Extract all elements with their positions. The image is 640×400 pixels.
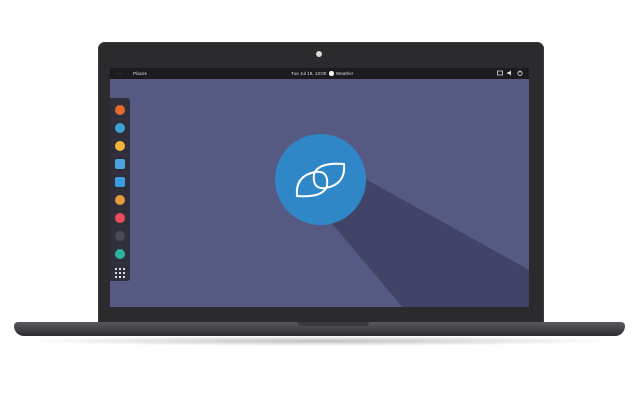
laptop-frame: ··· Places Tue Jul 19, 13:00 Weather <box>0 0 640 400</box>
mail-icon[interactable] <box>115 123 125 133</box>
network-icon[interactable] <box>497 70 503 76</box>
firefox-icon[interactable] <box>115 105 125 115</box>
system-tray[interactable] <box>497 70 523 76</box>
weather-label[interactable]: Weather <box>336 71 353 76</box>
desktop-logo <box>275 134 366 225</box>
top-bar: ··· Places Tue Jul 19, 13:00 Weather <box>110 68 529 79</box>
settings-icon[interactable] <box>115 249 125 259</box>
base-notch <box>297 322 369 326</box>
app-grid-icon[interactable] <box>115 268 125 278</box>
laptop-base <box>14 322 625 336</box>
places-menu[interactable]: Places <box>133 71 147 76</box>
files-icon[interactable] <box>115 159 125 169</box>
activities-dots-icon[interactable]: ··· <box>116 71 122 76</box>
desktop-screen: ··· Places Tue Jul 19, 13:00 Weather <box>110 68 529 307</box>
power-icon[interactable] <box>517 70 523 76</box>
documents-icon[interactable] <box>115 177 125 187</box>
weather-icon[interactable] <box>329 71 334 76</box>
terminal-icon[interactable] <box>115 231 125 241</box>
floor-shadow <box>20 336 620 346</box>
music-icon[interactable] <box>115 141 125 151</box>
dock <box>110 98 130 281</box>
photos-icon[interactable] <box>115 195 125 205</box>
volume-icon[interactable] <box>507 70 513 76</box>
endless-style-logo-icon <box>295 162 346 198</box>
laptop-lid: ··· Places Tue Jul 19, 13:00 Weather <box>98 42 544 324</box>
software-icon[interactable] <box>115 213 125 223</box>
webcam <box>316 51 322 57</box>
clock[interactable]: Tue Jul 19, 13:00 <box>291 71 326 76</box>
